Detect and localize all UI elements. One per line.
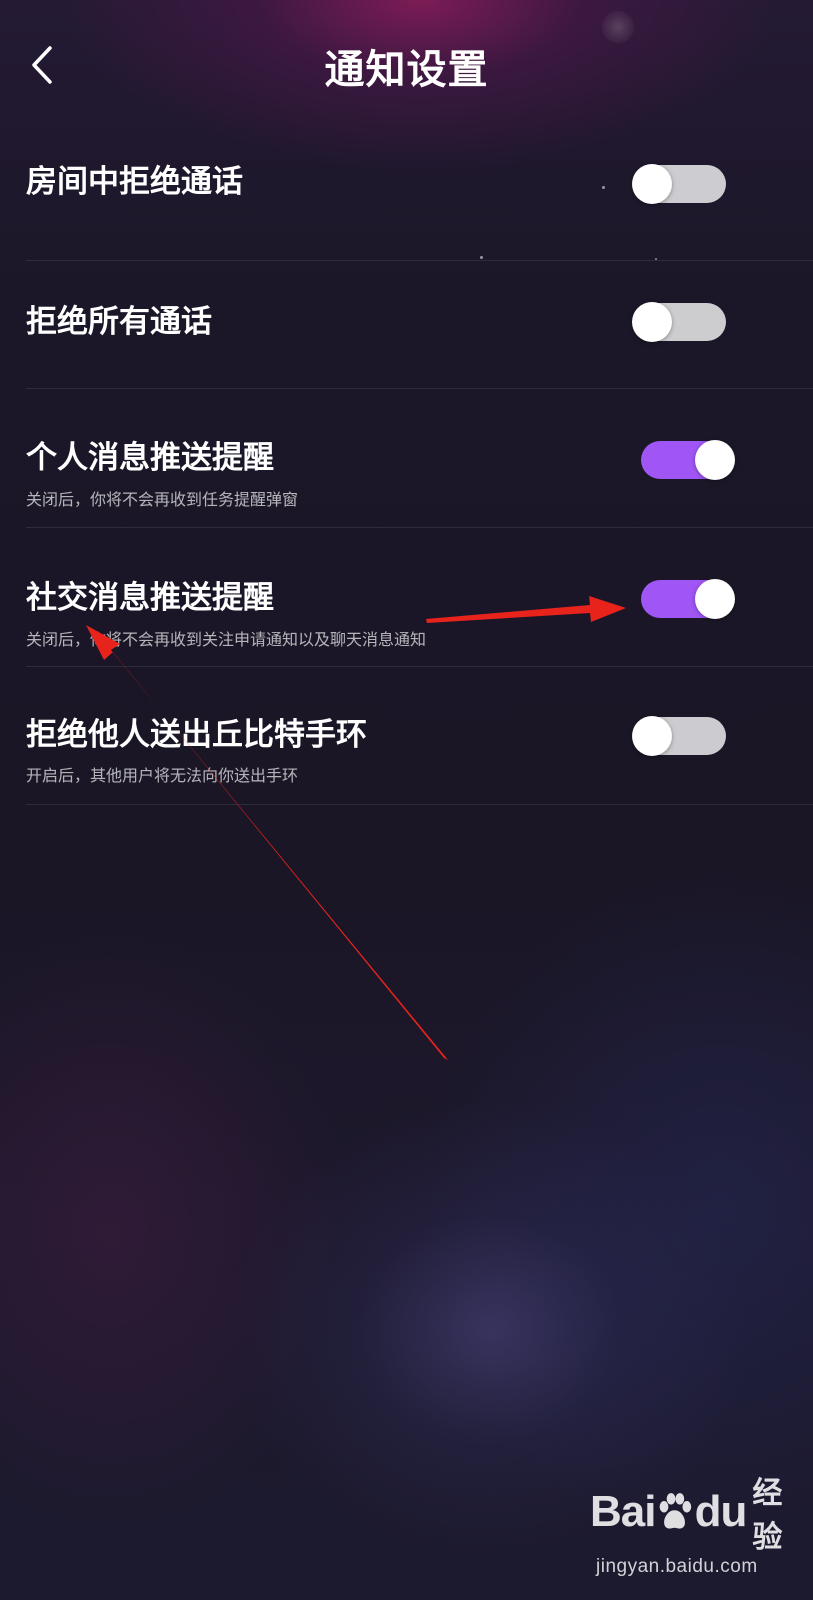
divider [26, 804, 813, 805]
toggle-knob [632, 164, 672, 204]
setting-title: 拒绝他人送出丘比特手环 [26, 717, 367, 753]
toggle-knob [695, 579, 735, 619]
watermark-url: jingyan.baidu.com [596, 1556, 758, 1577]
toggle-knob [695, 440, 735, 480]
setting-row-social-message-push[interactable]: 社交消息推送提醒 关闭后，你将不会再收到关注申请通知以及聊天消息通知 [0, 528, 813, 667]
baidu-jingyan-watermark: Bai du 经验 jingyan.baidu.com [590, 1476, 805, 1590]
toggle-personal-message-push[interactable] [641, 440, 735, 480]
page-title: 通知设置 [324, 47, 489, 93]
setting-description: 关闭后，你将不会再收到任务提醒弹窗 [26, 490, 299, 509]
watermark-brand-suffix: 经验 [752, 1476, 783, 1555]
setting-title: 房间中拒绝通话 [26, 164, 243, 200]
toggle-reject-cupid-bracelet[interactable] [632, 716, 726, 756]
toggle-knob [632, 302, 672, 342]
watermark-brand-right: du [694, 1487, 748, 1536]
header: 通知设置 [0, 0, 813, 140]
setting-row-reject-calls-in-room[interactable]: 房间中拒绝通话 [0, 120, 813, 261]
setting-row-personal-message-push[interactable]: 个人消息推送提醒 关闭后，你将不会再收到任务提醒弹窗 [0, 389, 813, 528]
setting-description: 关闭后，你将不会再收到关注申请通知以及聊天消息通知 [26, 630, 427, 649]
toggle-reject-calls-in-room[interactable] [632, 164, 726, 204]
setting-row-reject-cupid-bracelet[interactable]: 拒绝他人送出丘比特手环 开启后，其他用户将无法向你送出手环 [0, 667, 813, 805]
baidu-paw-icon [660, 1493, 692, 1529]
setting-title: 个人消息推送提醒 [26, 440, 274, 476]
toggle-reject-all-calls[interactable] [632, 302, 726, 342]
watermark-logo: Bai du 经验 [590, 1476, 805, 1555]
setting-title: 拒绝所有通话 [26, 304, 212, 340]
setting-row-reject-all-calls[interactable]: 拒绝所有通话 [0, 261, 813, 389]
watermark-brand-left: Bai [590, 1487, 656, 1536]
setting-title: 社交消息推送提醒 [26, 580, 274, 616]
toggle-social-message-push[interactable] [641, 579, 735, 619]
toggle-knob [632, 716, 672, 756]
setting-description: 开启后，其他用户将无法向你送出手环 [26, 766, 299, 785]
